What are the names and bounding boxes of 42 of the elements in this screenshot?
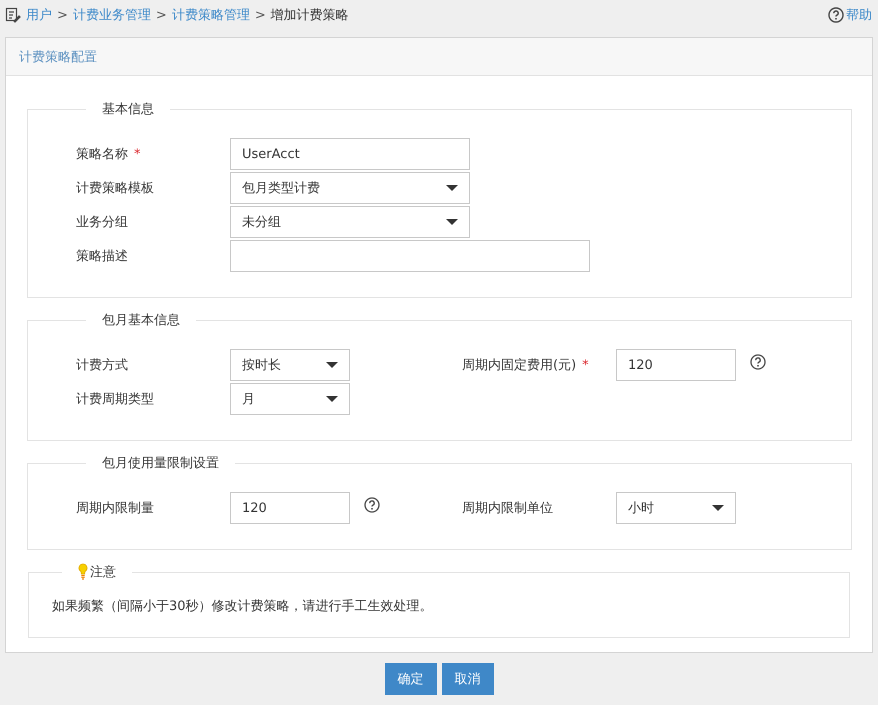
field-label: 策略名称 — [76, 146, 128, 163]
cancel-button[interactable]: 取消 — [442, 663, 494, 695]
caret-icon — [446, 185, 458, 191]
required-mark: * — [134, 146, 140, 162]
lightbulb-icon — [78, 563, 88, 581]
select-dropdown[interactable]: 包月类型计费 — [230, 172, 470, 204]
panel-title: 计费策略配置 — [19, 48, 97, 66]
input-field[interactable]: 120 — [230, 492, 350, 524]
section-title: 包月使用量限制设置 — [101, 455, 220, 472]
breadcrumb-current: 增加计费策略 — [270, 7, 349, 24]
field-label: 计费周期类型 — [76, 391, 154, 408]
caret-icon — [446, 219, 458, 225]
field-label: 策略描述 — [76, 248, 128, 265]
breadcrumb-separator: > — [156, 8, 167, 22]
select-dropdown[interactable]: 月 — [230, 383, 350, 415]
breadcrumb-separator: > — [57, 8, 68, 22]
input-field[interactable]: 120 — [616, 349, 736, 381]
field-label: 计费方式 — [76, 357, 128, 374]
help-icon — [828, 7, 844, 23]
section-title: 基本信息 — [101, 101, 155, 118]
input-field[interactable]: UserAcct — [230, 138, 470, 170]
help-icon[interactable] — [364, 497, 380, 513]
field-label: 业务分组 — [76, 214, 128, 231]
required-mark: * — [582, 358, 589, 372]
caret-icon — [326, 396, 338, 402]
edit-document-icon — [5, 7, 21, 23]
caret-icon — [326, 362, 338, 368]
select-dropdown[interactable]: 未分组 — [230, 206, 470, 238]
help-icon[interactable] — [750, 354, 766, 370]
confirm-button[interactable]: 确定 — [384, 663, 436, 695]
field-label: 周期内固定费用(元) — [462, 357, 576, 374]
field-label: 周期内限制单位 — [462, 500, 553, 517]
field-label: 计费策略模板 — [76, 180, 154, 197]
notice-text: 如果频繁（间隔小于30秒）修改计费策略，请进行手工生效处理。 — [52, 598, 434, 615]
description-field[interactable] — [230, 240, 590, 272]
section-title: 包月基本信息 — [101, 312, 181, 329]
notice-title: 注意 — [90, 564, 116, 581]
field-label: 周期内限制量 — [76, 500, 154, 517]
select-dropdown[interactable]: 小时 — [616, 492, 736, 524]
caret-icon — [712, 505, 724, 511]
select-dropdown[interactable]: 按时长 — [230, 349, 350, 381]
breadcrumb-separator: > — [254, 8, 266, 22]
